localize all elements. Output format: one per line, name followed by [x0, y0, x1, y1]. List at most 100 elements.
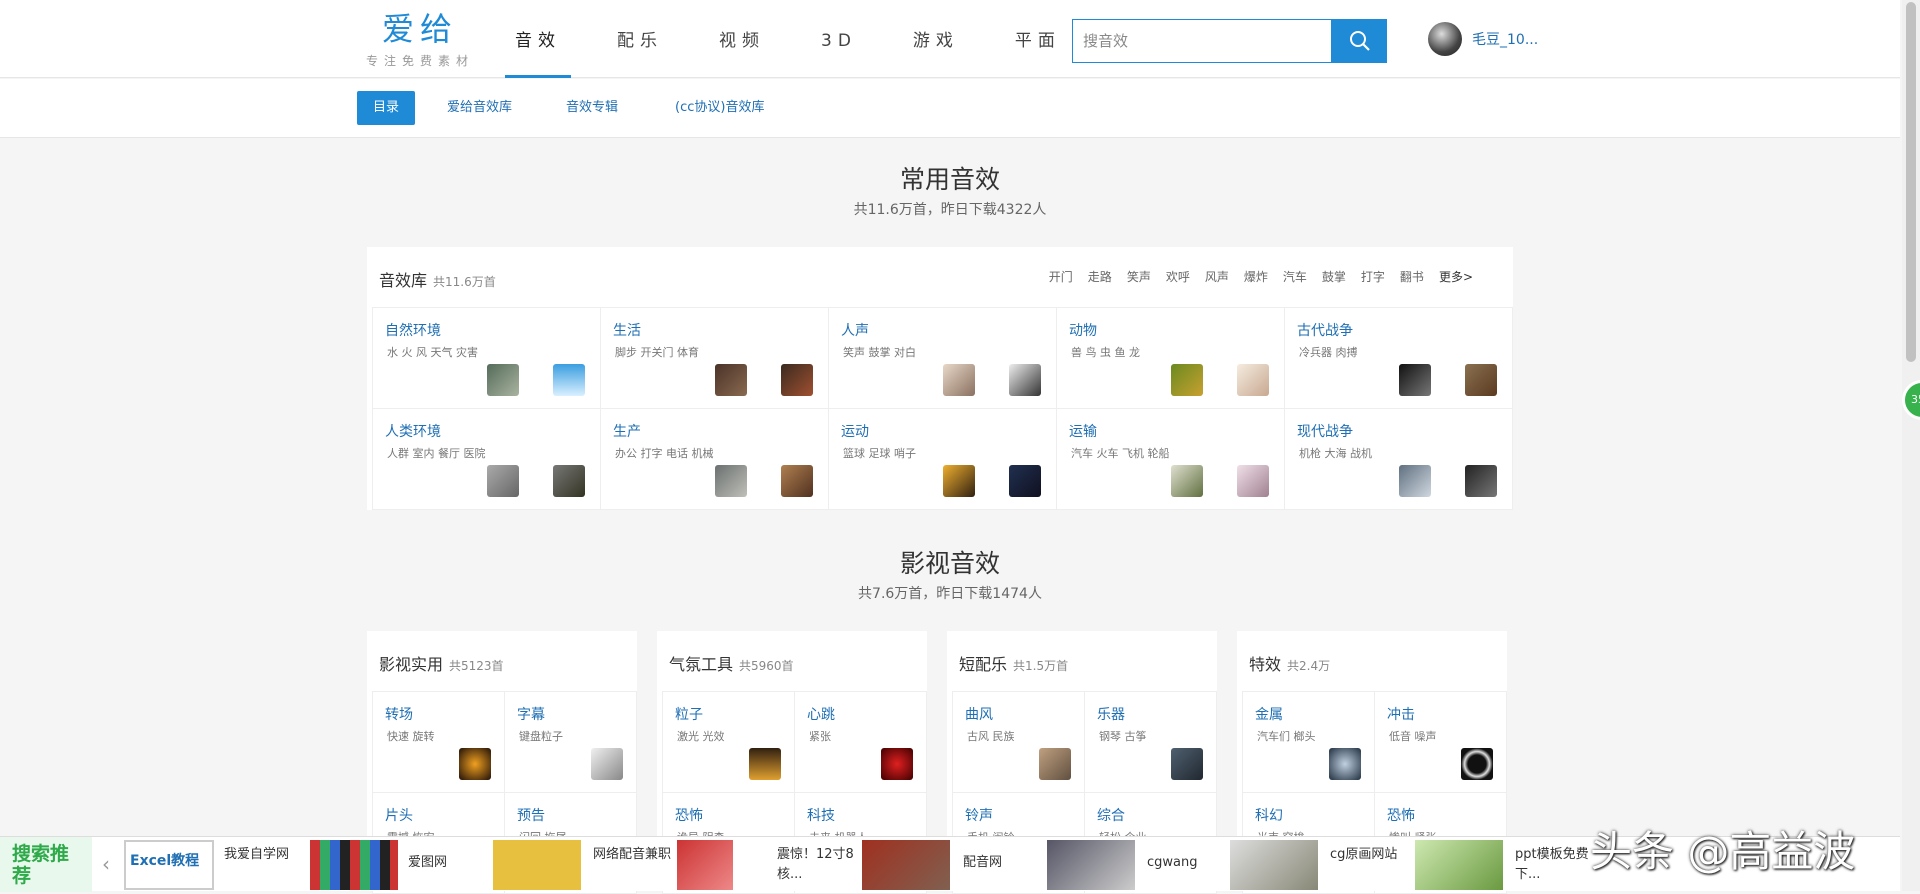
ad-thumbnail[interactable] [677, 840, 733, 890]
nav-graphics[interactable]: 平面 [1005, 0, 1071, 78]
thumbnail[interactable] [781, 364, 813, 396]
category-title[interactable]: 动物 [1069, 320, 1097, 340]
thumbnail[interactable] [715, 364, 747, 396]
nav-music[interactable]: 配乐 [607, 0, 673, 78]
category-card[interactable]: 字幕 键盘粒子 [504, 691, 637, 793]
category-title[interactable]: 金属 [1255, 704, 1283, 724]
panel-title-text[interactable]: 气氛工具 [669, 655, 733, 674]
chevron-left-icon[interactable]: ‹ [92, 847, 120, 882]
tag-item[interactable]: 笑声 [1127, 268, 1151, 285]
panel-title-text[interactable]: 音效库 [379, 271, 427, 290]
thumbnail[interactable] [943, 364, 975, 396]
category-title[interactable]: 乐器 [1097, 704, 1125, 724]
category-card[interactable]: 心跳 紧张 [794, 691, 927, 793]
ad-item[interactable]: ppt模板免费下... [1515, 845, 1601, 885]
tag-item[interactable]: 风声 [1205, 268, 1229, 285]
ad-item[interactable]: cgwang [1147, 853, 1233, 873]
category-card[interactable]: 自然环境水 火 风 天气 灾害 [372, 307, 601, 409]
thumbnail[interactable] [749, 748, 781, 780]
ad-item[interactable]: 网络配音兼职 [593, 845, 679, 865]
subnav-albums[interactable]: 音效专辑 [566, 91, 618, 125]
tag-item[interactable]: 走路 [1088, 268, 1112, 285]
category-title[interactable]: 曲风 [965, 704, 993, 724]
thumbnail[interactable] [1171, 748, 1203, 780]
tag-item[interactable]: 开门 [1049, 268, 1073, 285]
thumbnail[interactable] [1171, 465, 1203, 497]
category-title[interactable]: 生活 [613, 320, 641, 340]
thumbnail[interactable] [1039, 748, 1071, 780]
page-scrollbar[interactable] [1902, 0, 1920, 891]
category-card[interactable]: 人类环境 人群 室内 餐厅 医院 [372, 408, 601, 510]
category-title[interactable]: 古代战争 [1297, 320, 1353, 340]
thumbnail[interactable] [591, 748, 623, 780]
ad-item[interactable]: 震惊！12寸8核... [777, 845, 863, 885]
category-title[interactable]: 科技 [807, 805, 835, 825]
category-title[interactable]: 转场 [385, 704, 413, 724]
ad-item[interactable]: 我爱自学网 [224, 845, 310, 865]
category-card[interactable]: 生产 办公 打字 电话 机械 [600, 408, 829, 510]
tag-item[interactable]: 鼓掌 [1322, 268, 1346, 285]
thumbnail[interactable] [1465, 465, 1497, 497]
category-card[interactable]: 运动 篮球 足球 哨子 [828, 408, 1057, 510]
ad-thumbnail[interactable] [1230, 840, 1318, 890]
category-card[interactable]: 冲击 低音 噪声 [1374, 691, 1507, 793]
thumbnail[interactable] [881, 748, 913, 780]
category-title[interactable]: 心跳 [807, 704, 835, 724]
thumbnail[interactable] [1171, 364, 1203, 396]
thumbnail[interactable] [1329, 748, 1361, 780]
avatar[interactable] [1428, 22, 1462, 56]
thumbnail[interactable] [1237, 465, 1269, 497]
category-title[interactable]: 运动 [841, 421, 869, 441]
thumbnail[interactable] [487, 364, 519, 396]
ad-item[interactable]: cg原画网站 [1330, 845, 1416, 865]
ad-thumbnail[interactable] [1047, 840, 1135, 890]
tag-item[interactable]: 欢呼 [1166, 268, 1190, 285]
category-card[interactable]: 金属 汽车们 榔头 [1242, 691, 1375, 793]
ad-thumbnail[interactable] [493, 840, 581, 890]
search-button[interactable] [1332, 19, 1387, 63]
category-card[interactable]: 乐器 钢琴 古筝 [1084, 691, 1217, 793]
thumbnail[interactable] [459, 748, 491, 780]
scrollbar-thumb[interactable] [1906, 2, 1916, 362]
subnav-cc-library[interactable]: (cc协议)音效库 [675, 91, 764, 125]
thumbnail[interactable] [1009, 465, 1041, 497]
tag-item[interactable]: 翻书 [1400, 268, 1424, 285]
category-title[interactable]: 人声 [841, 320, 869, 340]
category-card[interactable]: 生活 脚步 开关门 体育 [600, 307, 829, 409]
nav-3d[interactable]: 3D [811, 0, 867, 78]
category-title[interactable]: 运输 [1069, 421, 1097, 441]
category-card[interactable]: 古代战争 冷兵器 肉搏 [1284, 307, 1513, 409]
panel-title-text[interactable]: 短配乐 [959, 655, 1007, 674]
ad-item[interactable]: 配音网 [963, 853, 1049, 873]
subnav-aigei-library[interactable]: 爱给音效库 [447, 91, 512, 125]
ad-thumbnail[interactable] [1415, 840, 1503, 890]
category-card[interactable]: 曲风 古风 民族 [952, 691, 1085, 793]
category-title[interactable]: 科幻 [1255, 805, 1283, 825]
search-input[interactable] [1072, 19, 1332, 63]
tag-item[interactable]: 打字 [1361, 268, 1385, 285]
user-menu[interactable]: 毛豆_10... [1428, 22, 1538, 56]
panel-title-text[interactable]: 特效 [1249, 655, 1281, 674]
nav-games[interactable]: 游戏 [903, 0, 969, 78]
panel-title-text[interactable]: 影视实用 [379, 655, 443, 674]
category-card[interactable]: 人声 笑声 鼓掌 对白 [828, 307, 1057, 409]
category-title[interactable]: 人类环境 [385, 421, 441, 441]
site-logo[interactable]: 爱给 专注免费素材 [360, 10, 480, 69]
nav-sound-effects[interactable]: 音效 [505, 0, 571, 78]
category-card[interactable]: 粒子 激光 光效 [662, 691, 795, 793]
category-title[interactable]: 综合 [1097, 805, 1125, 825]
thumbnail[interactable] [715, 465, 747, 497]
ad-item[interactable]: 爱图网 [408, 853, 494, 873]
thumbnail[interactable] [553, 364, 585, 396]
category-title[interactable]: 恐怖 [675, 805, 703, 825]
category-title[interactable]: 生产 [613, 421, 641, 441]
category-title[interactable]: 片头 [385, 805, 413, 825]
category-title[interactable]: 预告 [517, 805, 545, 825]
category-card[interactable]: 转场 快速 旋转 [372, 691, 505, 793]
category-card[interactable]: 运输 汽车 火车 飞机 轮船 [1056, 408, 1285, 510]
ad-thumbnail[interactable]: Excel教程 [124, 840, 214, 890]
ad-thumbnail[interactable] [310, 840, 398, 890]
thumbnail[interactable] [1399, 465, 1431, 497]
nav-video[interactable]: 视频 [709, 0, 775, 78]
user-name[interactable]: 毛豆_10... [1472, 29, 1538, 49]
